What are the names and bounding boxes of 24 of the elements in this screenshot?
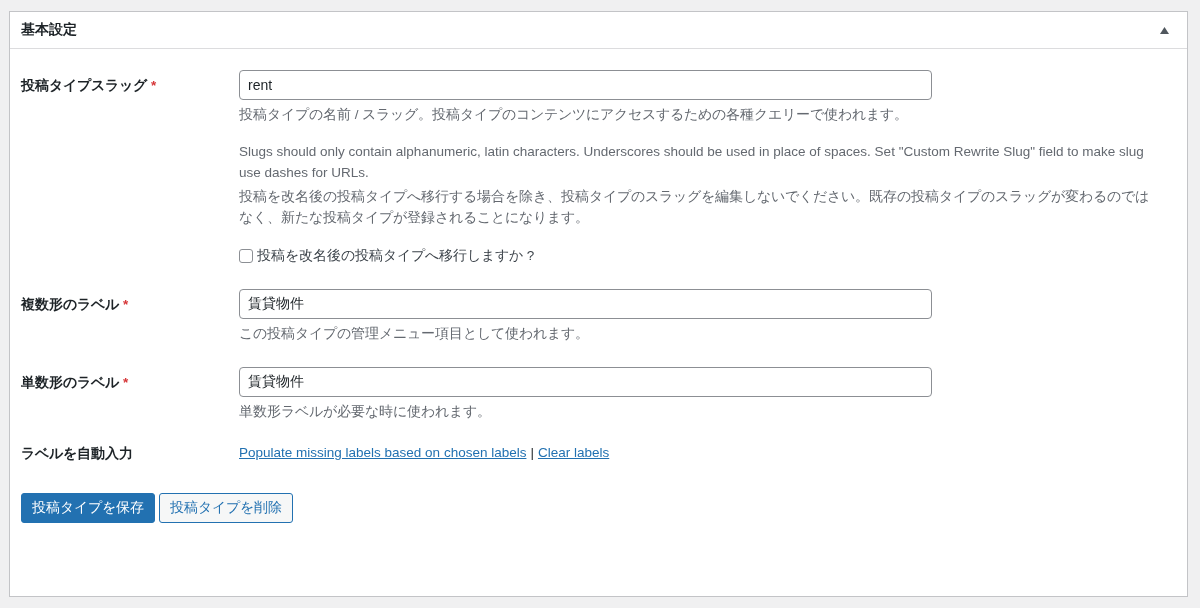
field-description: 単数形ラベルが必要な時に使われます。 (239, 402, 492, 421)
note-paragraph: 投稿を改名後の投稿タイプへ移行する場合を除き、投稿タイプのスラッグを編集しないでください。既存の投稿タイプのスラッグが変わるのではなく、新たな投稿タイプが登録されることになります。 (239, 187, 1150, 227)
field-label: ラベルを自動入力 (21, 445, 133, 461)
text-input-field[interactable]: 賃貸物件 (239, 366, 932, 397)
checkbox-label: 投稿を改名後の投稿タイプへ移行しますか ? (257, 246, 535, 265)
field-description: 投稿タイプの名前 / スラッグ。投稿タイプのコンテンツにアクセスするための各種クエリーで使われます。 (239, 106, 910, 124)
required-mark: * (123, 374, 129, 390)
field-description: この投稿タイプの管理メニュー項目として使われます。 (239, 324, 590, 343)
field-label: 投稿タイプスラッグ (21, 78, 147, 93)
required-mark: * (151, 78, 157, 93)
panel-title: 基本設定 (21, 21, 77, 39)
checkbox[interactable] (239, 248, 253, 263)
save-button[interactable]: 投稿タイプを保存 (21, 492, 155, 523)
field-label: 複数形のラベル (21, 296, 119, 312)
delete-button[interactable]: 投稿タイプを削除 (159, 492, 293, 523)
link-separator: | (530, 444, 534, 460)
required-mark: * (123, 296, 129, 312)
text-input-field[interactable]: rent (239, 70, 932, 100)
note-paragraph: Slugs should only contain alphanumeric, latin characters. Underscores should be used in place of spaces. Set "Custom Rewrite Slug" field to make slug use dashes for URLs. (239, 143, 1145, 182)
field-label: 単数形のラベル (21, 374, 119, 390)
text-link[interactable]: Clear labels (537, 444, 610, 460)
text-input-field[interactable]: 賃貸物件 (239, 288, 932, 319)
text-link[interactable]: Populate missing labels based on chosen labels (239, 444, 527, 460)
collapse-toggle-icon[interactable] (1160, 26, 1169, 34)
